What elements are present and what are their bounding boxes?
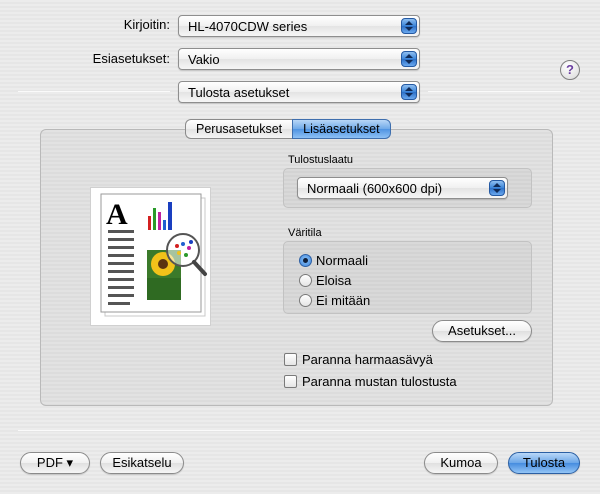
document-preview-icon: A <box>100 193 207 317</box>
popup-arrows-icon <box>401 84 417 100</box>
radio-unselected-icon <box>299 273 312 287</box>
divider-left <box>18 91 170 92</box>
footer-divider <box>18 430 580 431</box>
tab-bar: Perusasetukset Lisäasetukset <box>185 119 391 139</box>
presets-label: Esiasetukset: <box>92 51 170 66</box>
tab-lisaasetukset[interactable]: Lisäasetukset <box>292 119 391 139</box>
section-popup[interactable]: Tulosta asetukset <box>178 81 420 103</box>
divider-right <box>428 91 580 92</box>
section-value: Tulosta asetukset <box>188 85 290 100</box>
popup-arrows-icon <box>401 18 417 34</box>
print-quality-label: Tulostuslaatu <box>288 154 354 166</box>
checkbox-icon <box>284 352 297 366</box>
popup-arrows-icon <box>401 51 417 67</box>
tab-perusasetukset[interactable]: Perusasetukset <box>185 119 293 139</box>
radio-label: Eloisa <box>316 272 352 288</box>
preview-button[interactable]: Esikatselu <box>100 452 184 474</box>
radio-label: Normaali <box>316 252 369 268</box>
radio-selected-icon <box>299 253 312 267</box>
presets-popup[interactable]: Vakio <box>178 48 420 70</box>
cancel-button[interactable]: Kumoa <box>424 452 498 474</box>
svg-text:A: A <box>106 198 128 231</box>
radio-unselected-icon <box>299 293 312 307</box>
presets-value: Vakio <box>188 52 220 67</box>
checkbox-icon <box>284 374 297 388</box>
help-icon[interactable]: ? <box>560 60 580 80</box>
radio-ei-mitaan[interactable]: Ei mitään <box>299 291 370 309</box>
checkbox-improve-gray[interactable]: Paranna harmaasävyä <box>284 350 433 368</box>
print-quality-value: Normaali (600x600 dpi) <box>307 181 443 196</box>
printer-popup[interactable]: HL-4070CDW series <box>178 15 420 37</box>
pdf-menu-button[interactable]: PDF ▾ <box>20 452 90 474</box>
settings-button[interactable]: Asetukset... <box>432 320 532 342</box>
checkbox-improve-black[interactable]: Paranna mustan tulostusta <box>284 372 457 390</box>
printer-value: HL-4070CDW series <box>188 19 308 34</box>
radio-normaali[interactable]: Normaali <box>299 251 368 269</box>
color-mode-label: Väritila <box>288 227 322 239</box>
print-button[interactable]: Tulosta <box>508 452 580 474</box>
checkbox-label: Paranna harmaasävyä <box>302 351 433 367</box>
radio-eloisa[interactable]: Eloisa <box>299 271 351 289</box>
radio-label: Ei mitään <box>316 292 371 308</box>
printer-label: Kirjoitin: <box>123 17 170 32</box>
checkbox-label: Paranna mustan tulostusta <box>302 373 457 389</box>
print-quality-popup[interactable]: Normaali (600x600 dpi) <box>297 177 508 199</box>
popup-arrows-icon <box>489 180 505 196</box>
print-preview-image: A <box>90 187 211 326</box>
